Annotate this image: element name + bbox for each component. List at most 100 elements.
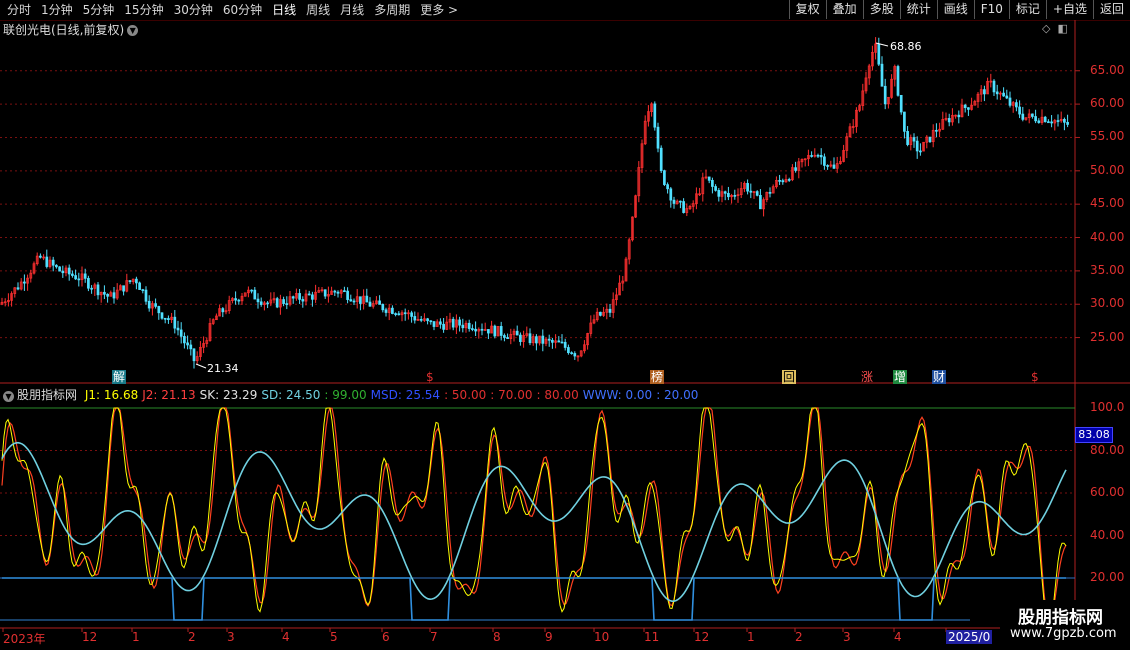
date-tick: 1 (132, 630, 140, 644)
candle-body (816, 154, 820, 157)
candle-body (672, 199, 676, 204)
candle-body (352, 300, 356, 303)
candle-body (410, 312, 413, 317)
candle-body (794, 167, 797, 171)
candle-body (547, 338, 551, 341)
event-marker[interactable]: $ (425, 370, 435, 384)
candle-body (157, 306, 161, 314)
candle-body (301, 299, 305, 302)
param-value: 25.54 (405, 388, 441, 402)
candle-body (266, 302, 269, 305)
candle-body (1002, 92, 1005, 97)
j1-line (1, 407, 1067, 621)
candle-body (832, 164, 836, 169)
event-marker[interactable]: 财 (932, 370, 947, 384)
date-tick: 2025/0 (946, 630, 993, 644)
candle-body (707, 176, 711, 181)
candle-body (333, 290, 337, 293)
candle-body (336, 291, 340, 294)
candle-body (186, 342, 189, 346)
candle-body (71, 273, 74, 276)
candle-body (74, 275, 77, 280)
candle-body (1031, 113, 1034, 117)
candle-body (896, 66, 900, 96)
candle-body (826, 165, 829, 167)
candle-body (234, 298, 237, 301)
candle-body (39, 255, 42, 258)
indicator-param: : 80.00 (537, 388, 579, 402)
candle-body (128, 280, 132, 282)
candle-body (451, 318, 455, 328)
event-marker[interactable]: 回 (782, 370, 797, 384)
indicator-param: SD: 24.50 (261, 388, 320, 402)
candle-body (147, 300, 151, 309)
event-marker[interactable]: 增 (893, 370, 908, 384)
candle-body (778, 180, 781, 182)
candle-body (746, 183, 749, 192)
candle-body (992, 80, 996, 93)
candle-body (781, 180, 785, 183)
date-tick: 2 (188, 630, 196, 644)
indicator-name[interactable]: 股朋指标网 (17, 388, 77, 402)
param-label: : (656, 388, 665, 402)
param-label: WWW: (582, 388, 626, 402)
date-tick: 1 (747, 630, 755, 644)
candle-body (1056, 120, 1060, 122)
event-marker[interactable]: 涨 (860, 370, 874, 384)
candle-body (138, 282, 141, 290)
candle-body (919, 150, 922, 153)
candle-body (759, 195, 762, 210)
date-tick: 6 (382, 630, 390, 644)
param-label: : (444, 388, 452, 402)
chevron-down-icon[interactable]: ▼ (3, 391, 14, 402)
candle-body (253, 289, 257, 300)
candle-body (458, 319, 461, 326)
candle-body (787, 179, 791, 181)
date-tick: 4 (894, 630, 902, 644)
price-tick-label: 60.00 (1090, 96, 1125, 111)
candle-body (256, 298, 260, 303)
candle-body (768, 192, 772, 194)
candle-body (368, 301, 372, 307)
candle-body (237, 299, 241, 302)
candle-body (487, 329, 490, 334)
param-value: 23.29 (222, 388, 258, 402)
candle-body (679, 200, 682, 203)
candle-body (1066, 121, 1069, 125)
candle-body (106, 293, 109, 297)
candle-body (285, 303, 289, 305)
candle-body (426, 318, 429, 322)
candle-body (493, 325, 497, 337)
chart-canvas[interactable]: 68.86 21.34 (0, 0, 1130, 650)
date-tick: 3 (843, 630, 851, 644)
date-tick: 12 (694, 630, 710, 644)
candle-body (343, 290, 346, 293)
candle-body (659, 147, 663, 172)
candle-body (298, 293, 301, 300)
candle-body (259, 301, 263, 305)
candle-body (967, 107, 970, 110)
event-marker[interactable]: 榜 (650, 370, 665, 384)
candle-body (323, 289, 327, 297)
candle-body (58, 266, 61, 272)
candle-body (1047, 121, 1050, 124)
candle-body (1037, 120, 1041, 123)
price-tick-label: 45.00 (1090, 196, 1125, 211)
candle-body (167, 318, 170, 320)
candle-body (1021, 113, 1025, 120)
candle-body (471, 328, 474, 330)
candle-body (903, 111, 906, 132)
candle-body (883, 85, 887, 105)
candle-body (935, 129, 938, 132)
candle-body (311, 294, 314, 300)
indicator-param: J1: 16.68 (85, 388, 138, 402)
candle-body (87, 278, 90, 289)
current-value-tag: 83.08 (1075, 427, 1113, 443)
event-marker[interactable]: $ (1030, 370, 1040, 384)
candle-body (515, 330, 519, 336)
candle-body (176, 327, 180, 331)
event-marker[interactable]: 解 (112, 370, 127, 384)
candle-body (61, 270, 65, 274)
indicator-tick-label: 20.00 (1090, 570, 1125, 584)
candle-body (819, 155, 823, 158)
